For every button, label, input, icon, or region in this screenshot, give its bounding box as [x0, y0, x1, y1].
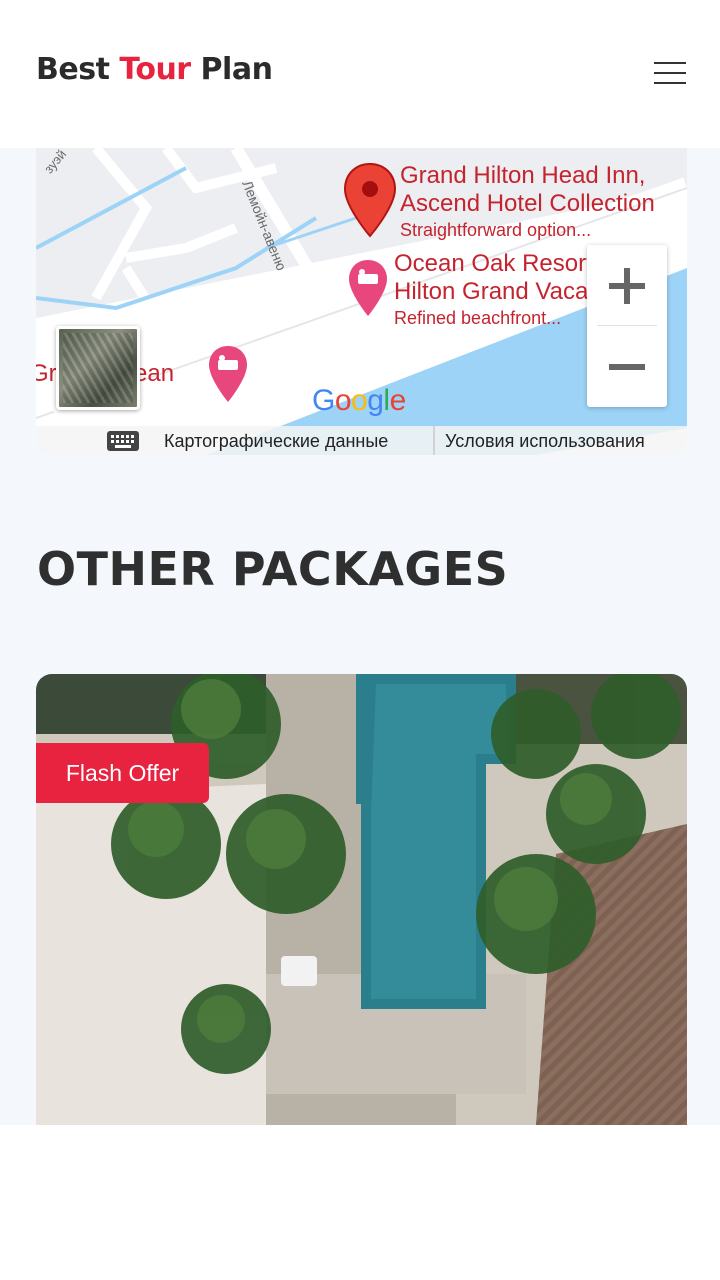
terms-of-use-link[interactable]: Условия использования	[433, 426, 645, 455]
plus-icon	[609, 267, 645, 304]
flash-offer-badge: Flash Offer	[36, 743, 209, 803]
google-logo-letter: e	[389, 384, 407, 417]
package-card[interactable]: Flash Offer	[36, 674, 687, 1125]
location-pin-icon[interactable]	[343, 162, 397, 238]
google-logo: Google	[312, 384, 406, 418]
page-bottom	[0, 1125, 720, 1280]
logo-text-tour: Tour	[119, 52, 191, 87]
map-place-grand-hilton[interactable]: Grand Hilton Head Inn, Ascend Hotel Coll…	[400, 162, 655, 242]
google-logo-letter: o	[351, 384, 368, 417]
hotel-pin-icon[interactable]	[347, 258, 389, 318]
satellite-view-toggle[interactable]	[56, 326, 140, 410]
map-data-link[interactable]: Картографические данные	[156, 426, 388, 455]
logo-text-best: Best	[36, 52, 120, 87]
zoom-control	[587, 245, 667, 407]
place-name-line2: Ascend Hotel Collection	[400, 190, 655, 217]
package-image	[36, 674, 687, 1125]
page-content: Лемойн-авеню зуэй Grand Hilton Head Inn,…	[0, 148, 720, 1125]
google-logo-letter: o	[334, 384, 352, 417]
place-name-line1: Grand Hilton Head Inn,	[400, 162, 646, 189]
google-logo-letter: g	[367, 384, 384, 417]
logo-text-plan: Plan	[190, 52, 273, 87]
google-logo-letter: G	[312, 384, 335, 417]
zoom-out-button[interactable]	[587, 326, 667, 407]
map[interactable]: Лемойн-авеню зуэй Grand Hilton Head Inn,…	[36, 148, 687, 455]
keyboard-icon[interactable]	[106, 430, 140, 452]
minus-icon	[609, 363, 645, 370]
section-title: OTHER PACKAGES	[37, 542, 509, 596]
hamburger-menu-icon[interactable]	[650, 58, 690, 88]
site-header: Best Tour Plan	[0, 0, 720, 148]
map-attribution-bar: Картографические данные Условия использо…	[36, 426, 687, 455]
hotel-pin-icon[interactable]	[207, 344, 249, 404]
logo[interactable]: Best Tour Plan	[36, 52, 273, 87]
place-subtitle: Straightforward option...	[400, 220, 592, 240]
zoom-in-button[interactable]	[587, 245, 667, 326]
